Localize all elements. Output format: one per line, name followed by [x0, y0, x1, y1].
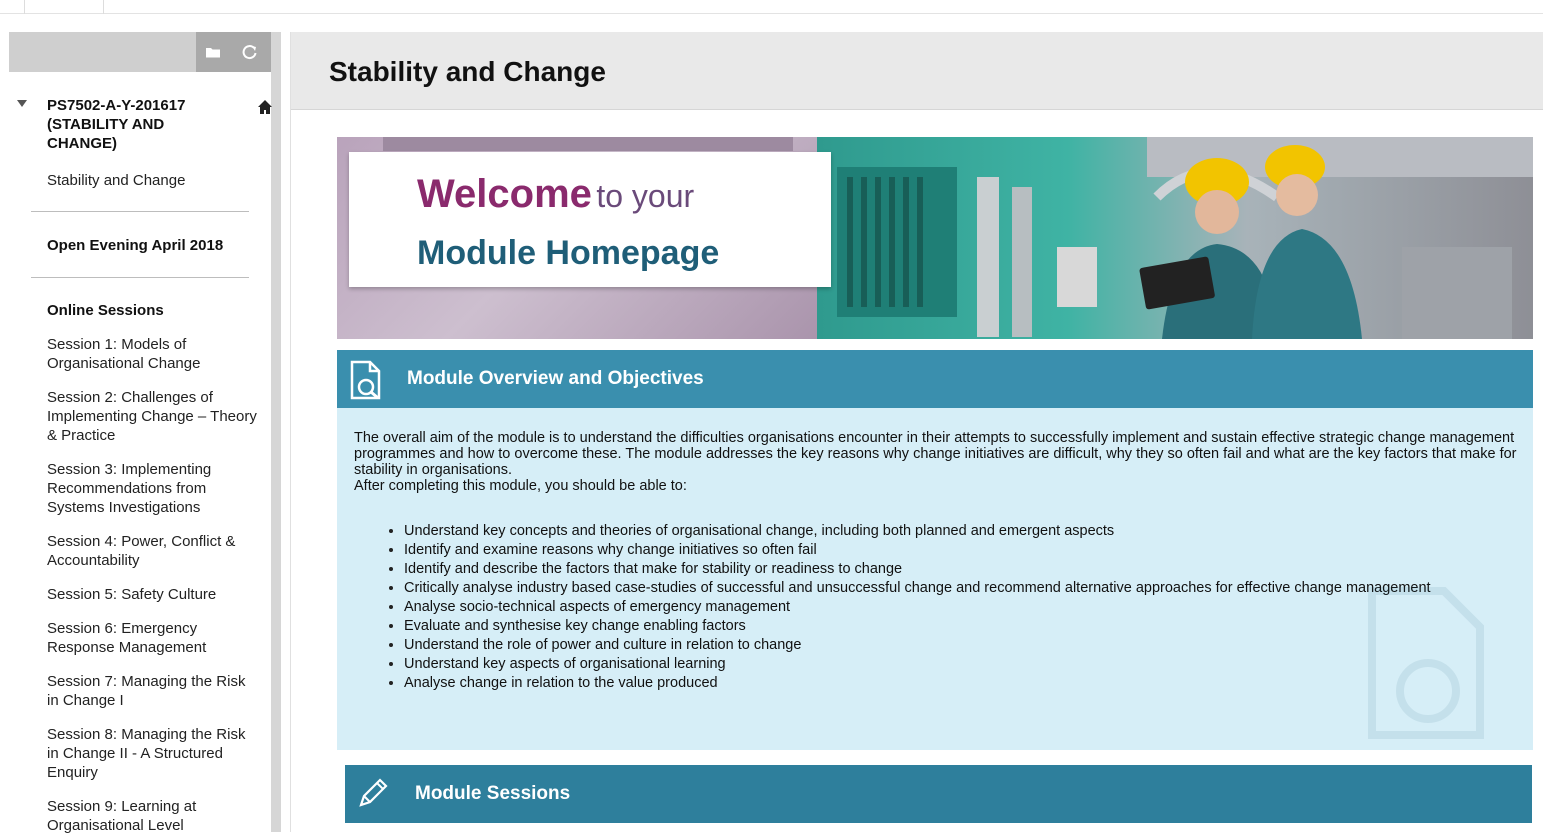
objective-item: Evaluate and synthesise key change enabl… — [389, 618, 1519, 634]
sidebar-divider — [31, 277, 249, 278]
folder-icon[interactable] — [204, 43, 222, 61]
module-sessions-header: Module Sessions — [345, 765, 1532, 823]
sidebar-toolbar — [9, 32, 271, 72]
objective-item: Understand key concepts and theories of … — [389, 523, 1519, 539]
document-search-icon — [349, 360, 383, 400]
module-overview-header: Module Overview and Objectives — [337, 350, 1533, 408]
sidebar-item-session-6[interactable]: Session 6: Emergency Response Management — [47, 619, 257, 657]
objective-item: Critically analyse industry based case-s… — [389, 580, 1519, 596]
objective-item: Understand key aspects of organisational… — [389, 656, 1519, 672]
sidebar-item-session-9[interactable]: Session 9: Learning at Organisational Le… — [47, 797, 257, 835]
welcome-module-homepage: Module Homepage — [417, 234, 720, 272]
objectives-list: Understand key concepts and theories of … — [389, 523, 1519, 694]
banner-photo — [817, 137, 1533, 339]
sidebar-item-session-4[interactable]: Session 4: Power, Conflict & Accountabil… — [47, 532, 257, 570]
sidebar-heading-online-sessions: Online Sessions — [47, 302, 164, 319]
course-menu-sidebar: PS7502-A-Y-201617 (STABILITY AND CHANGE)… — [9, 32, 281, 835]
main-content: Stability and Change Welcome to your Mod… — [290, 32, 1543, 832]
pencil-icon — [355, 775, 391, 811]
sidebar-divider — [31, 211, 249, 212]
welcome-to-your: to your — [596, 178, 695, 214]
sidebar-item-session-7[interactable]: Session 7: Managing the Risk in Change I — [47, 672, 257, 710]
module-sessions-title: Module Sessions — [415, 783, 571, 804]
sidebar-item-session-1[interactable]: Session 1: Models of Organisational Chan… — [47, 335, 257, 373]
objective-item: Understand the role of power and culture… — [389, 637, 1519, 653]
refresh-icon[interactable] — [241, 43, 259, 61]
welcome-banner: Welcome to your Module Homepage — [337, 137, 1533, 339]
sidebar-scrollbar[interactable] — [271, 32, 281, 832]
document-watermark-icon — [1353, 583, 1503, 743]
objective-item: Identify and describe the factors that m… — [389, 561, 1519, 577]
sidebar-item-session-3[interactable]: Session 3: Implementing Recommendations … — [47, 460, 257, 517]
overview-lead-in: After completing this module, you should… — [354, 478, 687, 494]
module-overview-title: Module Overview and Objectives — [407, 368, 704, 389]
collapse-caret-icon[interactable] — [17, 100, 27, 107]
page-title: Stability and Change — [329, 56, 606, 87]
welcome-card: Welcome to your Module Homepage — [349, 152, 831, 287]
toolbar-button-group — [196, 32, 271, 72]
objective-item: Analyse socio-technical aspects of emerg… — [389, 599, 1519, 615]
sidebar-item-stability-and-change[interactable]: Stability and Change — [47, 171, 257, 190]
module-overview-body: The overall aim of the module is to unde… — [337, 408, 1533, 750]
top-tab[interactable] — [24, 0, 104, 14]
course-title[interactable]: PS7502-A-Y-201617 (STABILITY AND CHANGE) — [47, 96, 217, 153]
sidebar-item-session-5[interactable]: Session 5: Safety Culture — [47, 585, 257, 604]
page-header: Stability and Change — [291, 32, 1543, 110]
top-bar — [0, 0, 1543, 14]
sidebar-item-session-8[interactable]: Session 8: Managing the Risk in Change I… — [47, 725, 257, 782]
objective-item: Analyse change in relation to the value … — [389, 675, 1519, 691]
welcome-word: Welcome — [417, 172, 592, 216]
overview-paragraph: The overall aim of the module is to unde… — [354, 430, 1517, 478]
home-icon[interactable] — [257, 99, 273, 115]
sidebar-item-session-2[interactable]: Session 2: Challenges of Implementing Ch… — [47, 388, 257, 445]
sidebar-item-open-evening[interactable]: Open Evening April 2018 — [47, 236, 257, 255]
objective-item: Identify and examine reasons why change … — [389, 542, 1519, 558]
